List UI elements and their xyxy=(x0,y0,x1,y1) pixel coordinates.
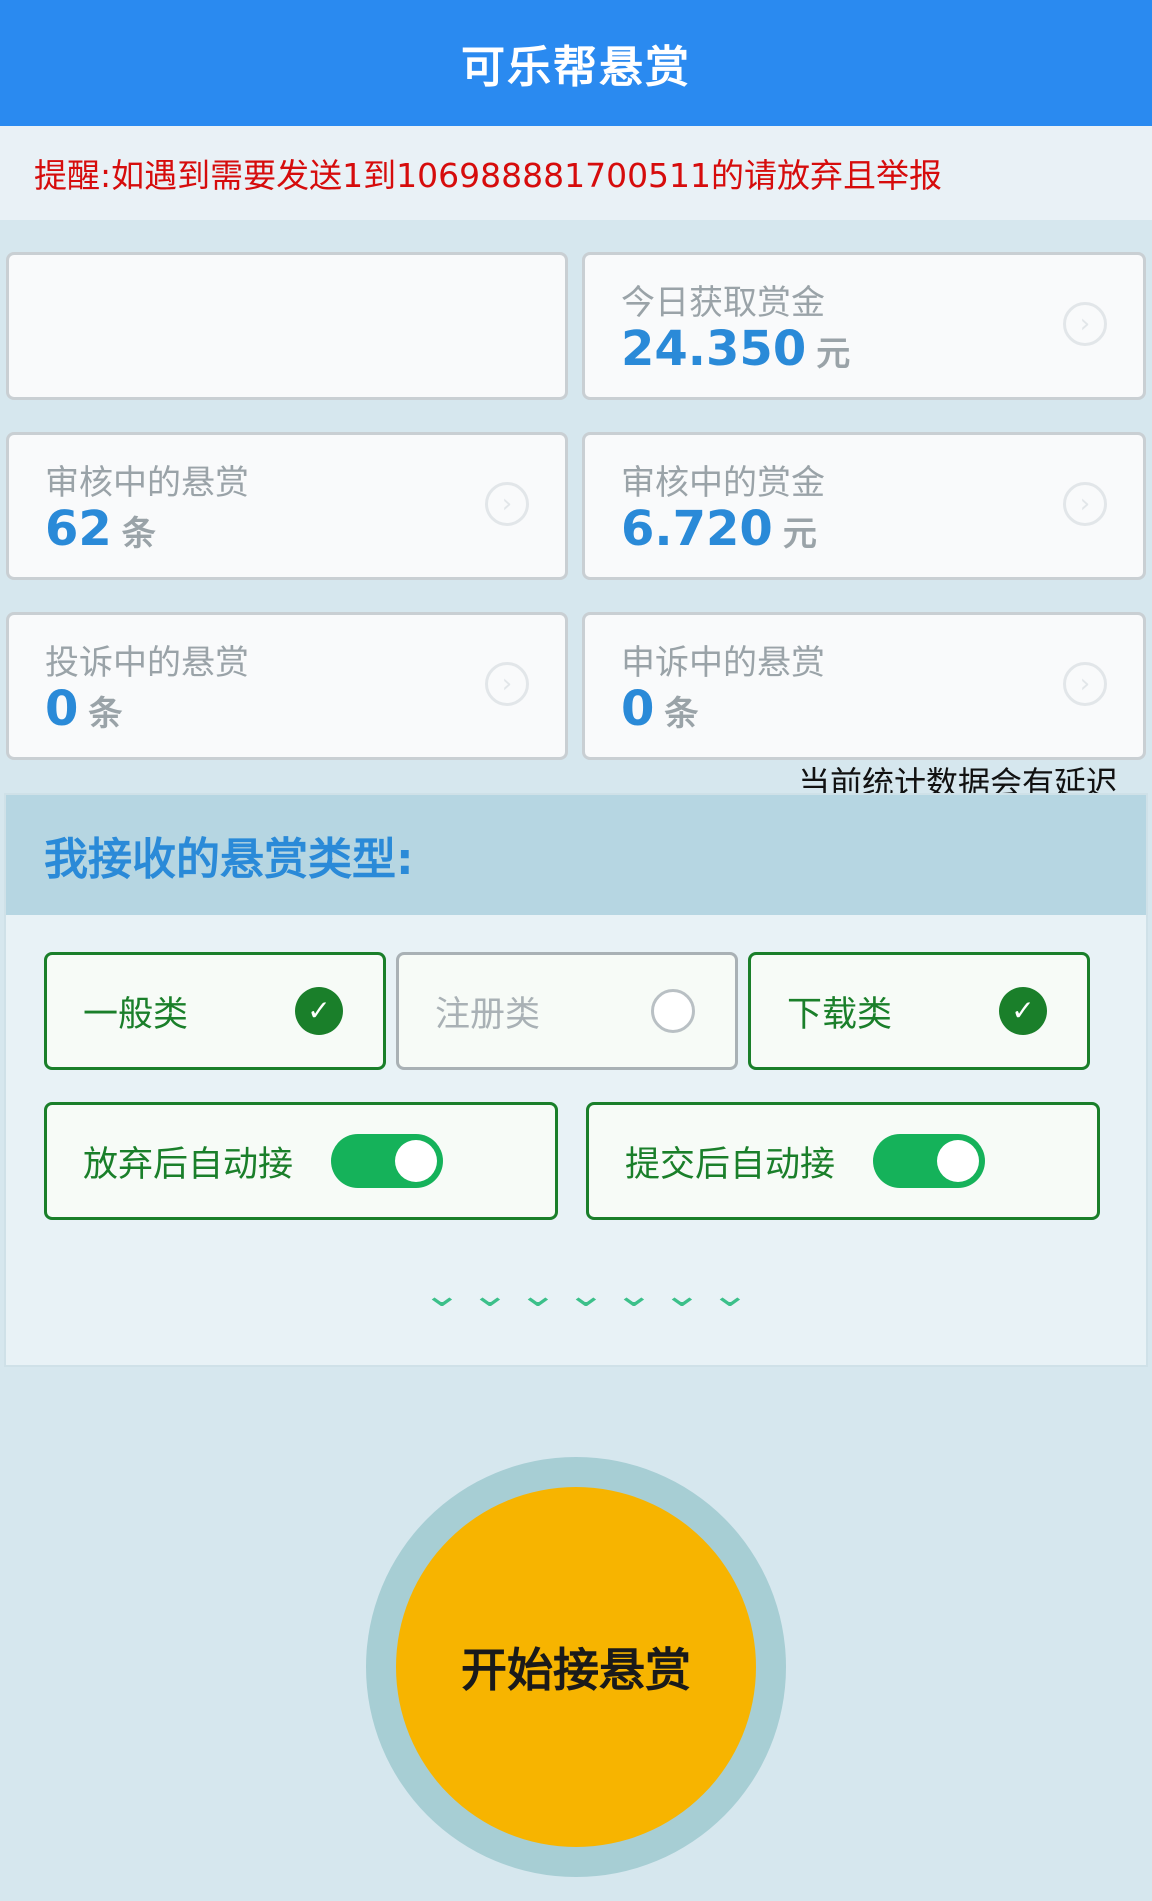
toggle-label: 放弃后自动接 xyxy=(83,1144,294,1185)
stat-label: 投诉中的悬赏 xyxy=(45,643,249,683)
warning-notice-text: 提醒:如遇到需要发送1到106988881700511的请放弃且举报 xyxy=(34,156,943,195)
stat-card-appeal-tasks[interactable]: 申诉中的悬赏 0条 › xyxy=(582,612,1146,760)
type-option-download[interactable]: 下载类 ✓ xyxy=(748,952,1090,1070)
page-title: 可乐帮悬赏 xyxy=(461,42,691,93)
start-button-label: 开始接悬赏 xyxy=(461,1643,691,1697)
toggle-label: 提交后自动接 xyxy=(625,1144,836,1185)
stat-card-today[interactable]: 今日获取赏金 24.350 元 › xyxy=(582,252,1146,400)
stat-label: 申诉中的悬赏 xyxy=(621,643,825,683)
app-header: 可乐帮悬赏 xyxy=(0,0,1152,126)
stat-value: 0条 xyxy=(621,681,699,737)
chevron-down-icon: ⌄ xyxy=(710,1275,750,1315)
stat-label: 审核中的赏金 xyxy=(621,463,825,503)
chevron-right-circle-icon[interactable]: › xyxy=(485,662,529,706)
stat-card-reviewing-money[interactable]: 审核中的赏金 6.720 元 › xyxy=(582,432,1146,580)
stat-value: 0条 xyxy=(45,681,123,737)
check-circle-icon: ✓ xyxy=(295,987,343,1035)
type-option-label: 下载类 xyxy=(787,994,893,1035)
toggle-knob xyxy=(937,1140,979,1182)
start-tasks-button[interactable]: 开始接悬赏 xyxy=(396,1487,756,1847)
toggle-switch[interactable] xyxy=(873,1134,985,1188)
type-option-label: 注册类 xyxy=(435,994,541,1035)
warning-notice: 提醒:如遇到需要发送1到106988881700511的请放弃且举报 xyxy=(0,126,1152,220)
chevron-right-circle-icon[interactable]: › xyxy=(485,482,529,526)
expand-more[interactable]: ⌄ ⌄ ⌄ ⌄ ⌄ ⌄ ⌄ xyxy=(420,1278,752,1312)
toggle-knob xyxy=(395,1140,437,1182)
task-types-title: 我接收的悬赏类型: xyxy=(44,834,414,885)
stat-value: 24.350 元 xyxy=(621,321,851,377)
type-option-general[interactable]: 一般类 ✓ xyxy=(44,952,386,1070)
type-option-register[interactable]: 注册类 xyxy=(396,952,738,1070)
empty-circle-icon xyxy=(651,989,695,1033)
stat-label: 今日获取赏金 xyxy=(621,283,825,323)
stat-label: 审核中的悬赏 xyxy=(45,463,249,503)
toggle-switch[interactable] xyxy=(331,1134,443,1188)
task-types-header: 我接收的悬赏类型: xyxy=(6,795,1146,915)
check-circle-icon: ✓ xyxy=(999,987,1047,1035)
type-option-label: 一般类 xyxy=(83,994,189,1035)
stat-value: 6.720 元 xyxy=(621,501,817,557)
toggle-auto-after-abandon[interactable]: 放弃后自动接 xyxy=(44,1102,558,1220)
toggle-auto-after-submit[interactable]: 提交后自动接 xyxy=(586,1102,1100,1220)
stat-card-reviewing-tasks[interactable]: 审核中的悬赏 62 条 › xyxy=(6,432,568,580)
chevron-right-circle-icon[interactable]: › xyxy=(1063,302,1107,346)
chevron-right-circle-icon[interactable]: › xyxy=(1063,662,1107,706)
stat-card-complaint-tasks[interactable]: 投诉中的悬赏 0条 › xyxy=(6,612,568,760)
stat-card-empty xyxy=(6,252,568,400)
stat-value: 62 条 xyxy=(45,501,156,557)
chevron-right-circle-icon[interactable]: › xyxy=(1063,482,1107,526)
